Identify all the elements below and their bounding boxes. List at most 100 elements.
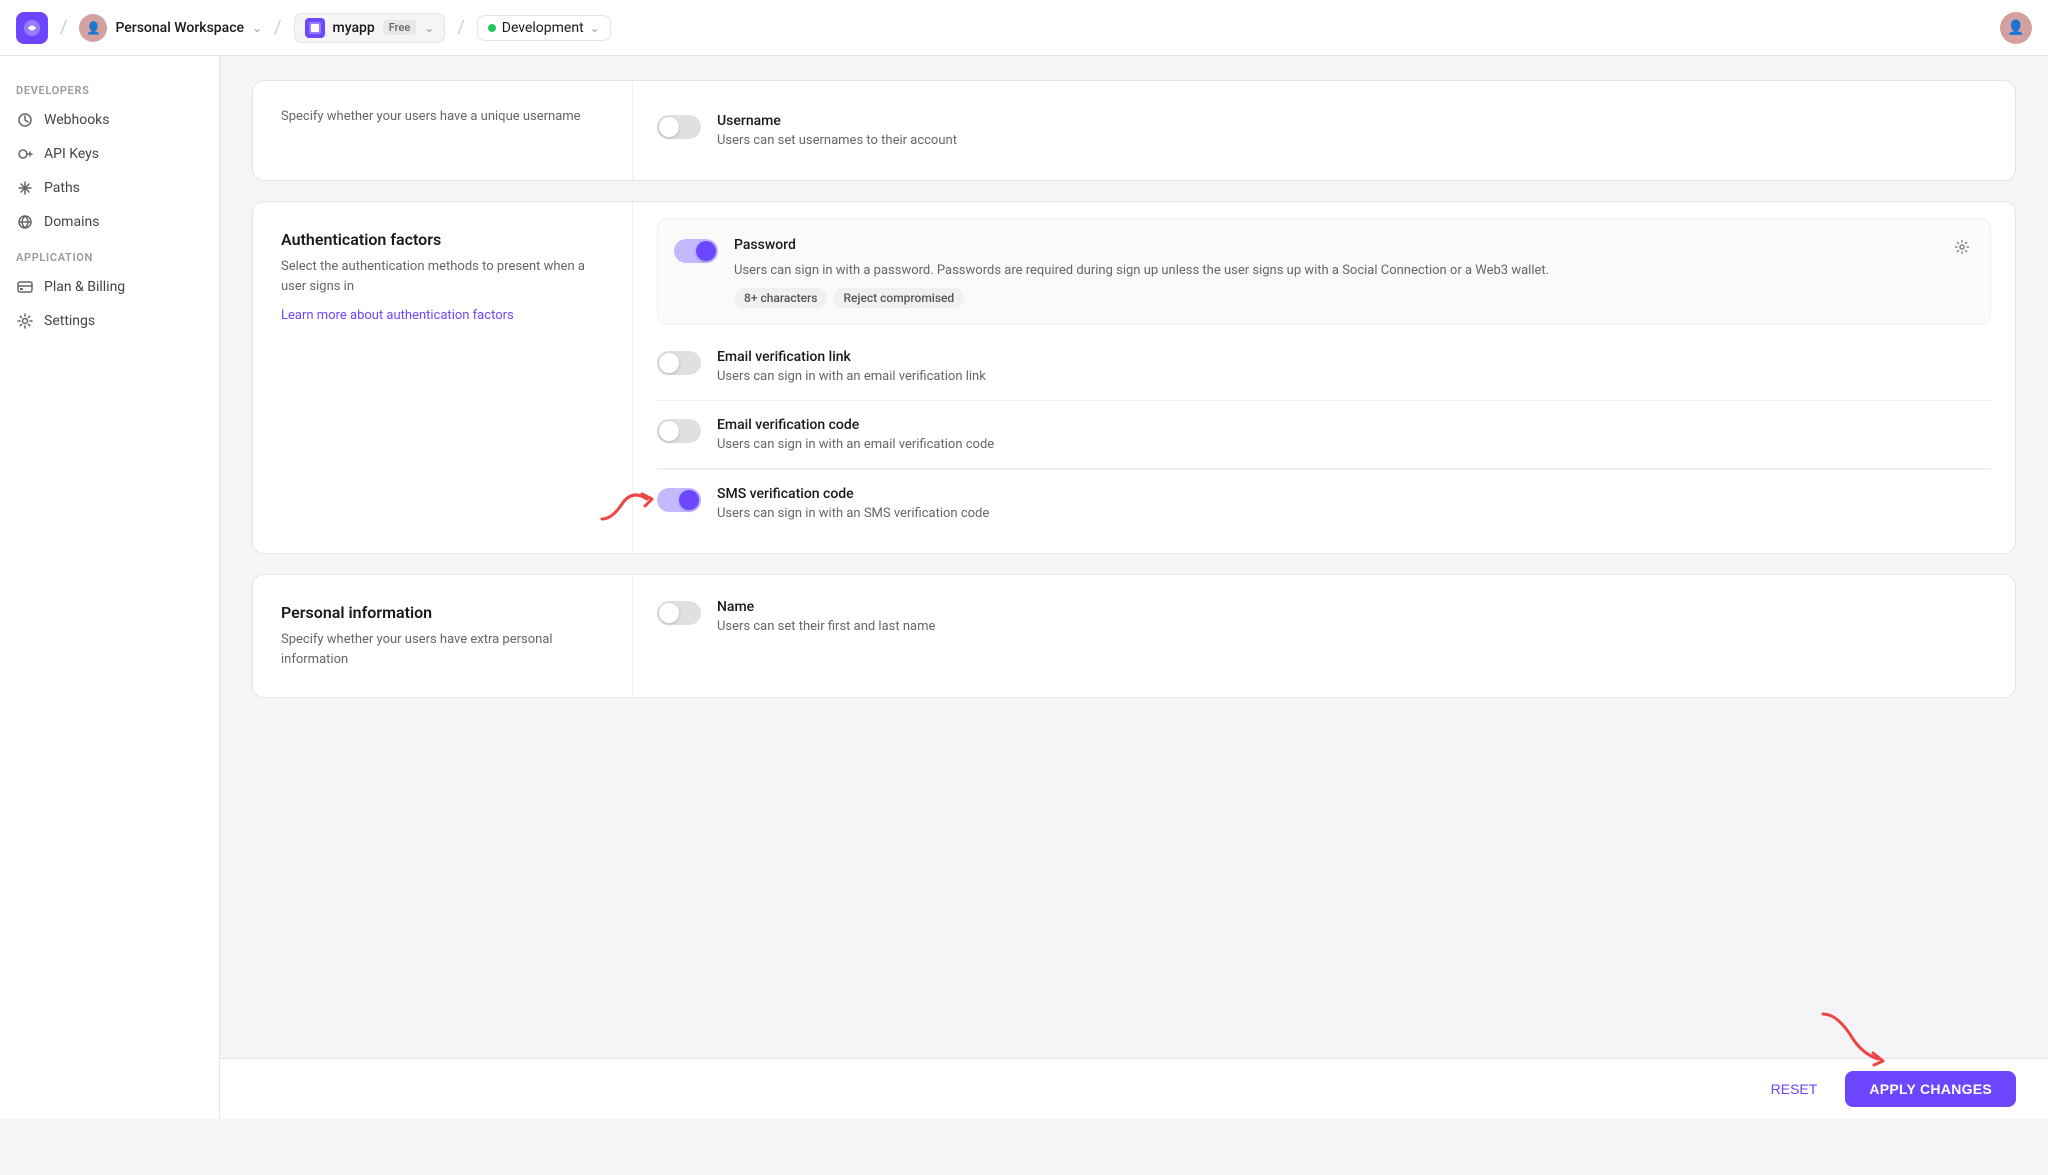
settings-label: Settings — [44, 313, 95, 329]
name-feature-info: Name Users can set their first and last … — [717, 599, 1991, 634]
workspace-chevron-icon: ⌄ — [252, 21, 262, 35]
sidebar-item-paths[interactable]: Paths — [0, 171, 219, 205]
workspace-selector[interactable]: 👤 Personal Workspace ⌄ — [79, 14, 262, 42]
name-toggle-knob — [659, 603, 679, 623]
password-toggle[interactable] — [674, 239, 718, 263]
personal-info-desc: Specify whether your users have extra pe… — [281, 630, 604, 669]
auth-learn-more-link[interactable]: Learn more about authentication factors — [281, 308, 514, 323]
email-code-factor-info: Email verification code Users can sign i… — [717, 417, 1991, 452]
workspace-avatar: 👤 — [79, 14, 107, 42]
username-feature-title: Username — [717, 113, 1991, 129]
app-name: myapp — [333, 20, 375, 36]
auth-card-desc: Select the authentication methods to pre… — [281, 257, 604, 296]
username-toggle-knob — [659, 117, 679, 137]
sidebar-item-api-keys[interactable]: API Keys — [0, 137, 219, 171]
sms-toggle[interactable] — [657, 488, 701, 512]
email-code-toggle[interactable] — [657, 419, 701, 443]
api-keys-label: API Keys — [44, 146, 99, 162]
domains-icon — [16, 213, 34, 231]
sidebar-item-domains[interactable]: Domains — [0, 205, 219, 239]
sidebar-section-application: APPLICATION — [0, 239, 219, 270]
sms-toggle-knob — [679, 490, 699, 510]
name-feature-row: Name Users can set their first and last … — [657, 583, 1991, 650]
personal-info-card-body: Personal information Specify whether you… — [253, 575, 2015, 697]
env-name: Development — [502, 20, 584, 36]
reset-button[interactable]: RESET — [1755, 1073, 1834, 1105]
auth-card-title: Authentication factors — [281, 230, 604, 249]
password-tag-compromised: Reject compromised — [833, 288, 964, 308]
sms-arrow-annotation — [597, 479, 657, 529]
webhooks-label: Webhooks — [44, 112, 110, 128]
auth-factors-card: Authentication factors Select the authen… — [252, 201, 2016, 554]
password-tag-length: 8+ characters — [734, 288, 827, 308]
app-icon — [305, 18, 325, 38]
sidebar-item-settings[interactable]: Settings — [0, 304, 219, 338]
app-selector[interactable]: myapp Free ⌄ — [294, 13, 446, 43]
env-status-dot — [488, 24, 496, 32]
environment-selector[interactable]: Development ⌄ — [477, 15, 611, 41]
email-code-factor-row: Email verification code Users can sign i… — [657, 401, 1991, 469]
password-tags: 8+ characters Reject compromised — [734, 288, 1974, 308]
email-code-toggle-knob — [659, 421, 679, 441]
sidebar-item-plan-billing[interactable]: Plan & Billing — [0, 270, 219, 304]
sms-factor-inner: SMS verification code Users can sign in … — [657, 486, 1991, 521]
nav-separator: / — [60, 17, 67, 38]
name-feature-desc: Users can set their first and last name — [717, 619, 1991, 634]
main-content: Specify whether your users have a unique… — [220, 56, 2048, 1119]
auth-card-left: Authentication factors Select the authen… — [253, 202, 633, 553]
password-settings-button[interactable] — [1950, 235, 1974, 259]
settings-icon — [16, 312, 34, 330]
email-code-factor-desc: Users can sign in with an email verifica… — [717, 437, 1991, 452]
paths-icon — [16, 179, 34, 197]
password-header: Password — [734, 235, 1974, 259]
top-navigation: / 👤 Personal Workspace ⌄ / myapp Free ⌄ … — [0, 0, 2048, 56]
sms-factor-name: SMS verification code — [717, 486, 1991, 502]
username-feature-row: Username Users can set usernames to thei… — [657, 97, 1991, 164]
webhooks-icon — [16, 111, 34, 129]
username-toggle[interactable] — [657, 115, 701, 139]
username-left-desc: Specify whether your users have a unique… — [281, 109, 604, 124]
email-link-factor-row: Email verification link Users can sign i… — [657, 333, 1991, 401]
personal-info-title: Personal information — [281, 603, 604, 622]
username-info: Username Users can set usernames to thei… — [717, 113, 1991, 148]
nav-right-section: 👤 — [2000, 12, 2032, 44]
sms-factor-info: SMS verification code Users can sign in … — [717, 486, 1991, 521]
password-factor-desc: Users can sign in with a password. Passw… — [734, 263, 1974, 278]
main-layout: DEVELOPERS Webhooks API Keys — [0, 56, 2048, 1119]
personal-info-card-right: Name Users can set their first and last … — [633, 575, 2015, 697]
app-logo — [16, 12, 48, 44]
domains-label: Domains — [44, 214, 99, 230]
username-feature-desc: Users can set usernames to their account — [717, 133, 1991, 148]
user-avatar[interactable]: 👤 — [2000, 12, 2032, 44]
plan-billing-icon — [16, 278, 34, 296]
workspace-name: Personal Workspace — [115, 20, 244, 36]
sidebar: DEVELOPERS Webhooks API Keys — [0, 56, 220, 1119]
username-card-body: Specify whether your users have a unique… — [253, 81, 2015, 180]
password-factor-info: Password Users can sign in with a passwo… — [734, 235, 1974, 308]
apply-changes-button[interactable]: APPLY CHANGES — [1845, 1071, 2016, 1107]
personal-info-card: Personal information Specify whether you… — [252, 574, 2016, 698]
app-plan-badge: Free — [383, 20, 417, 35]
email-link-factor-info: Email verification link Users can sign i… — [717, 349, 1991, 384]
email-link-factor-desc: Users can sign in with an email verifica… — [717, 369, 1991, 384]
username-card-left: Specify whether your users have a unique… — [253, 81, 633, 180]
env-chevron-icon: ⌄ — [590, 21, 600, 35]
sms-factor-row: SMS verification code Users can sign in … — [657, 469, 1991, 537]
email-link-toggle[interactable] — [657, 351, 701, 375]
name-toggle[interactable] — [657, 601, 701, 625]
password-factor-name: Password — [734, 237, 796, 253]
bottom-action-bar: RESET APPLY CHANGES — [220, 1058, 2048, 1119]
username-card-right: Username Users can set usernames to thei… — [633, 81, 2015, 180]
password-toggle-knob — [696, 241, 716, 261]
api-keys-icon — [16, 145, 34, 163]
apply-arrow-annotation — [1818, 1009, 1888, 1069]
nav-separator-3: / — [457, 17, 464, 38]
name-feature-title: Name — [717, 599, 1991, 615]
personal-info-card-left: Personal information Specify whether you… — [253, 575, 633, 697]
sidebar-item-webhooks[interactable]: Webhooks — [0, 103, 219, 137]
email-code-factor-name: Email verification code — [717, 417, 1991, 433]
sidebar-section-developers: DEVELOPERS — [0, 72, 219, 103]
app-chevron-icon: ⌄ — [424, 21, 434, 35]
email-link-factor-name: Email verification link — [717, 349, 1991, 365]
password-factor-row: Password Users can sign in with a passwo… — [657, 218, 1991, 325]
